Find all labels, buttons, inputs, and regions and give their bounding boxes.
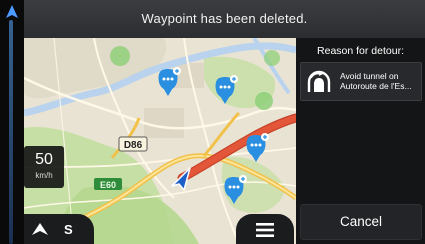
side-bezel (0, 0, 24, 244)
road-label-d86-text: D86 (124, 140, 143, 151)
detour-reason-item[interactable]: Avoid tunnel on Autoroute de l'Es... (300, 62, 422, 101)
notification-text: Waypoint has been deleted. (141, 11, 308, 26)
menu-button[interactable] (236, 214, 294, 244)
road-label-e60-text: E60 (100, 180, 116, 190)
map-poi-green-2[interactable] (255, 92, 273, 110)
speed-limit-value: 50 (35, 151, 53, 168)
map-poi-green-1[interactable] (110, 46, 130, 66)
detour-panel: Reason for detour: Avoid tunnel on Autor… (296, 38, 425, 244)
road-label-e60: E60 (94, 178, 122, 190)
navigate-arrow-icon (6, 5, 18, 18)
cancel-button[interactable]: Cancel (300, 204, 422, 240)
navigation-screen: Waypoint has been deleted. D86 E60 50 km… (0, 0, 425, 244)
compass-arrow-icon (32, 223, 48, 235)
notification-bar: Waypoint has been deleted. (24, 0, 425, 39)
menu-icon (256, 223, 274, 237)
tunnel-detour-icon (307, 70, 331, 92)
road-label-d86: D86 (118, 136, 148, 152)
detour-reason-line-1: Avoid tunnel on (340, 71, 399, 81)
speed-limit-box: 50 km/h (24, 146, 64, 188)
bezel-scroll-line (9, 20, 13, 244)
map-poi-green-3[interactable] (264, 50, 280, 66)
cancel-button-label: Cancel (339, 214, 383, 229)
compass-button[interactable]: S (24, 214, 94, 244)
detour-reason-line-2: Autoroute de l'Es... (340, 81, 412, 91)
speed-limit-unit: km/h (35, 171, 53, 180)
detour-panel-title: Reason for detour: (317, 45, 404, 57)
compass-direction: S (64, 222, 73, 237)
detour-reason-text: Avoid tunnel on Autoroute de l'Es... (340, 71, 418, 91)
